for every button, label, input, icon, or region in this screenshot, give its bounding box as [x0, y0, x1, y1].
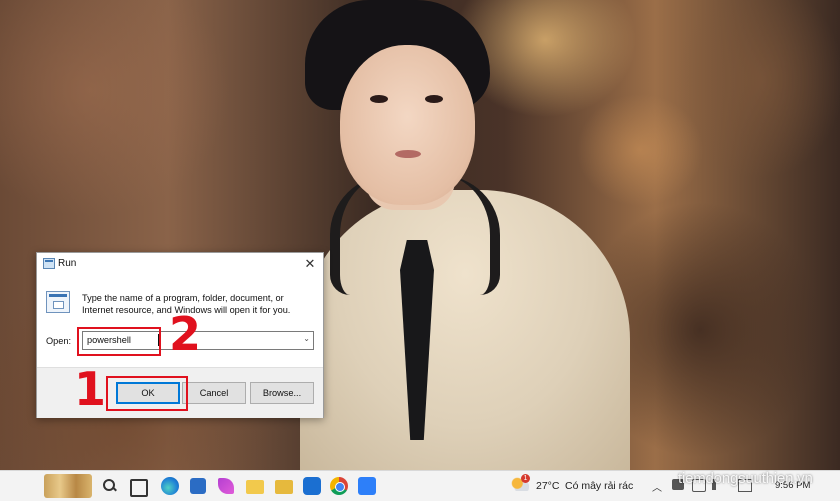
wallpaper-figure-mouth	[395, 150, 421, 158]
store-icon[interactable]	[190, 478, 206, 494]
app-icon[interactable]	[358, 477, 376, 495]
highlight-ok-button	[106, 376, 188, 411]
run-icon	[43, 258, 55, 269]
weather-badge: 1	[521, 474, 530, 483]
chevron-up-icon[interactable]: ︿	[652, 479, 662, 494]
step-1-label: 1	[74, 362, 107, 416]
search-icon[interactable]	[102, 478, 118, 494]
chrome-icon[interactable]	[330, 477, 348, 495]
highlight-open-input	[77, 327, 161, 356]
watermark: tiemdongsuuthien.vn	[678, 470, 813, 487]
run-program-icon	[46, 291, 70, 313]
wallpaper-figure-eye	[425, 95, 443, 103]
edge-icon[interactable]	[161, 477, 179, 495]
start-button-icon[interactable]	[44, 474, 92, 498]
step-2-label: 2	[169, 307, 202, 361]
run-dialog-titlebar[interactable]: Run ✕	[37, 253, 323, 275]
task-view-icon[interactable]	[130, 479, 148, 497]
cancel-button[interactable]: Cancel	[182, 382, 246, 404]
folder-icon[interactable]	[275, 480, 293, 494]
wallpaper-figure-eye	[370, 95, 388, 103]
weather-condition[interactable]: Có mây rải rác	[565, 480, 633, 492]
feather-app-icon[interactable]	[218, 478, 234, 494]
wallpaper-figure-face	[340, 45, 475, 205]
chevron-down-icon[interactable]: ⌄	[303, 334, 310, 343]
file-explorer-icon[interactable]	[246, 480, 264, 494]
zalo-icon[interactable]	[303, 477, 321, 495]
run-dialog-title: Run	[58, 258, 77, 269]
open-label: Open:	[46, 336, 72, 346]
close-icon[interactable]: ✕	[301, 255, 319, 273]
browse-button[interactable]: Browse...	[250, 382, 314, 404]
weather-temperature[interactable]: 27°C	[536, 480, 559, 492]
